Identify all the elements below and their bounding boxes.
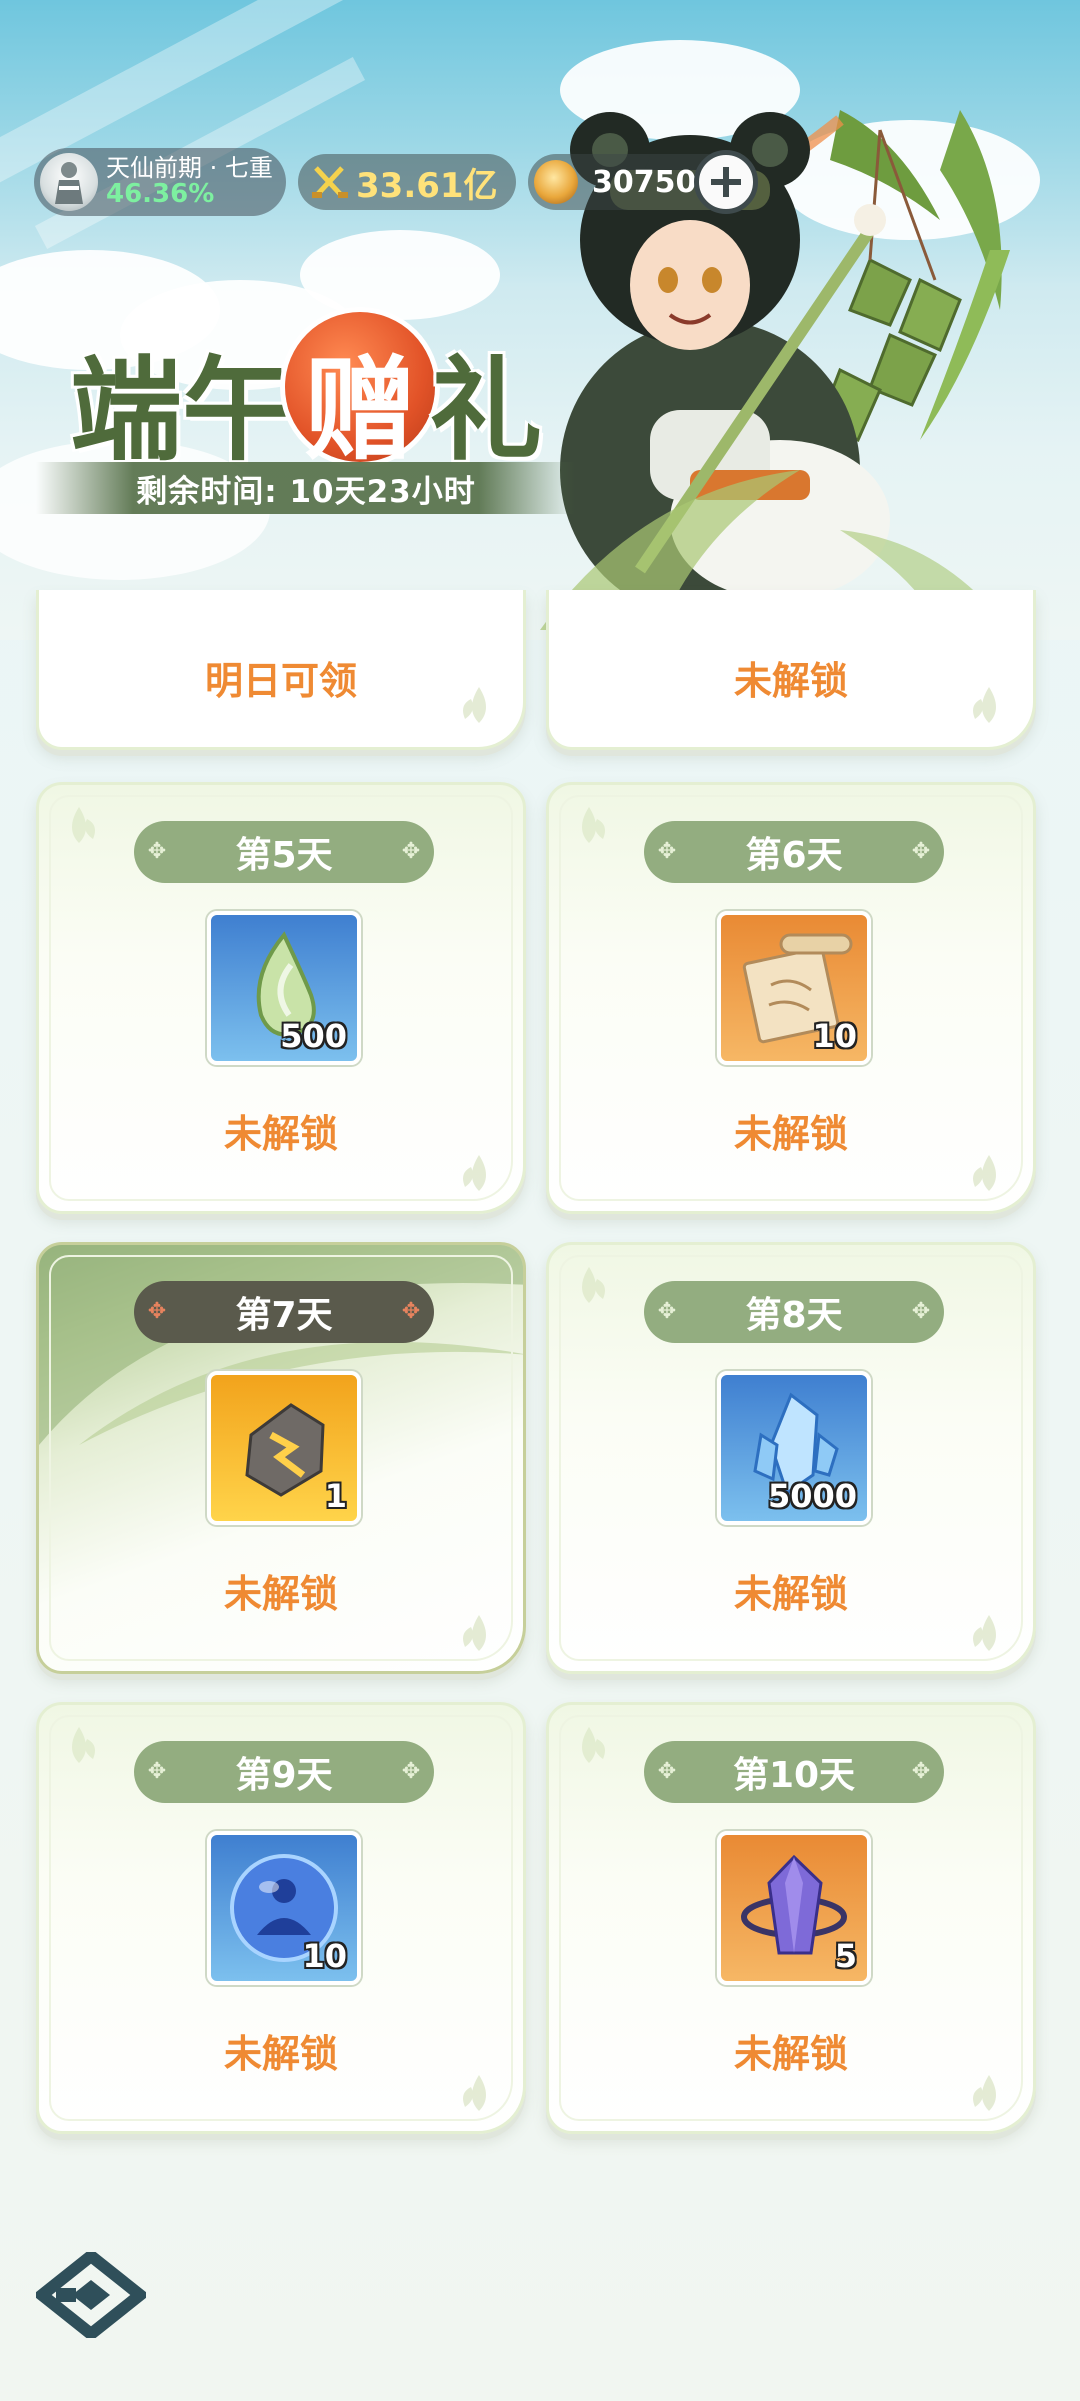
- item-count: 5000: [767, 1477, 857, 1515]
- day-label: 第7天: [235, 1295, 333, 1336]
- day-label: 第6天: [745, 835, 843, 876]
- diamond-ornament-icon: ✥: [401, 1299, 421, 1324]
- claim-status: 明日可领: [204, 659, 357, 703]
- reward-item[interactable]: 10: [207, 1831, 361, 1985]
- day-label: 第5天: [235, 835, 333, 876]
- leaf-icon: [463, 687, 486, 723]
- title-char: 端: [70, 345, 182, 476]
- reward-item[interactable]: 1: [207, 1371, 361, 1525]
- item-count: 10: [812, 1017, 857, 1055]
- item-count: 10: [302, 1937, 347, 1975]
- leaf-icon: [582, 1727, 605, 1763]
- realm-badge[interactable]: 天仙前期 · 七重 46.36%: [34, 148, 286, 216]
- diamond-ornament-icon: ✥: [911, 839, 931, 864]
- title-char: 午: [182, 345, 294, 476]
- currency-value: 30750: [592, 164, 697, 200]
- realm-progress: 46.36%: [106, 178, 215, 209]
- reward-item[interactable]: 5000: [717, 1371, 871, 1525]
- reward-card-day-5[interactable]: ✥ 第5天 ✥ 500 未解锁: [36, 782, 526, 1214]
- diamond-ornament-icon: ✥: [657, 839, 677, 864]
- leaf-icon: [973, 1155, 996, 1191]
- reward-item[interactable]: 10: [717, 911, 871, 1065]
- leaf-icon: [582, 1267, 605, 1303]
- claim-status: 未解锁: [733, 2032, 848, 2076]
- reward-card-day-9[interactable]: ✥ 第9天 ✥ 10 未解锁: [36, 1702, 526, 2134]
- diamond-ornament-icon: ✥: [147, 839, 167, 864]
- leaf-icon: [463, 1155, 486, 1191]
- reward-card-day-8[interactable]: ✥ 第8天 ✥ 5000 未解锁: [546, 1242, 1036, 1674]
- day-pill: ✥ 第7天 ✥: [134, 1281, 434, 1343]
- item-count: 500: [280, 1017, 347, 1055]
- leaf-icon: [463, 1615, 486, 1651]
- day-pill: ✥ 第5天 ✥: [134, 821, 434, 883]
- realm-avatar: [40, 153, 98, 211]
- diamond-ornament-icon: ✥: [147, 1759, 167, 1784]
- crossed-swords-icon: [312, 166, 348, 198]
- diamond-ornament-icon: ✥: [911, 1299, 931, 1324]
- realm-name: 天仙前期 · 七重: [106, 153, 273, 182]
- leaf-icon: [973, 687, 996, 723]
- combat-power-value: 33.61亿: [356, 165, 498, 206]
- countdown-bar: 剩余时间: 10天23小时: [36, 462, 576, 514]
- event-banner: 天仙前期 · 七重 46.36% 33.61亿 30750 端 午 赠 礼 剩余…: [0, 0, 1080, 640]
- diamond-ornament-icon: ✥: [401, 839, 421, 864]
- combat-power-display[interactable]: 33.61亿: [298, 154, 516, 210]
- day-pill: ✥ 第8天 ✥: [644, 1281, 944, 1343]
- day-label: 第10天: [732, 1755, 856, 1796]
- claim-status: 未解锁: [733, 1572, 848, 1616]
- diamond-ornament-icon: ✥: [147, 1299, 167, 1324]
- claim-status: 未解锁: [223, 2032, 338, 2076]
- day-pill: ✥ 第9天 ✥: [134, 1741, 434, 1803]
- jade-coin-icon: [534, 160, 578, 204]
- title-char: 赠: [304, 345, 416, 476]
- reward-item[interactable]: 500: [207, 911, 361, 1065]
- diamond-ornament-icon: ✥: [401, 1759, 421, 1784]
- diamond-ornament-icon: ✥: [657, 1759, 677, 1784]
- reward-card-day-10[interactable]: ✥ 第10天 ✥ 5 未解锁: [546, 1702, 1036, 2134]
- reward-card-partial[interactable]: 明日可领: [36, 590, 526, 750]
- leaf-icon: [582, 807, 605, 843]
- leaf-icon: [973, 2075, 996, 2111]
- day-pill: ✥ 第6天 ✥: [644, 821, 944, 883]
- leaf-icon: [72, 807, 95, 843]
- claim-status: 未解锁: [223, 1572, 338, 1616]
- reward-card-day-7[interactable]: ✥ 第7天 ✥ 1 未解锁: [36, 1242, 526, 1674]
- claim-status: 未解锁: [223, 1112, 338, 1156]
- diamond-ornament-icon: ✥: [657, 1299, 677, 1324]
- plus-icon: [711, 167, 741, 197]
- reward-card-day-6[interactable]: ✥ 第6天 ✥ 10 未解锁: [546, 782, 1036, 1214]
- reward-card-partial[interactable]: 未解锁: [546, 590, 1036, 750]
- leaf-icon: [463, 2075, 486, 2111]
- leaf-icon: [72, 1727, 95, 1763]
- title-char: 礼: [430, 345, 542, 476]
- day-label: 第8天: [745, 1295, 843, 1336]
- add-currency-button[interactable]: [694, 150, 758, 214]
- cloud: [300, 230, 500, 320]
- claim-status: 未解锁: [733, 659, 848, 703]
- day-label: 第9天: [235, 1755, 333, 1796]
- menu-logo-icon[interactable]: [36, 2252, 146, 2338]
- leaf-icon: [973, 1615, 996, 1651]
- day-pill: ✥ 第10天 ✥: [644, 1741, 944, 1803]
- countdown-text: 剩余时间: 10天23小时: [136, 473, 476, 510]
- cultivator-icon: [55, 162, 83, 204]
- item-count: 5: [834, 1937, 857, 1975]
- reward-item[interactable]: 5: [717, 1831, 871, 1985]
- claim-status: 未解锁: [733, 1112, 848, 1156]
- diamond-ornament-icon: ✥: [911, 1759, 931, 1784]
- item-count: 1: [324, 1477, 347, 1515]
